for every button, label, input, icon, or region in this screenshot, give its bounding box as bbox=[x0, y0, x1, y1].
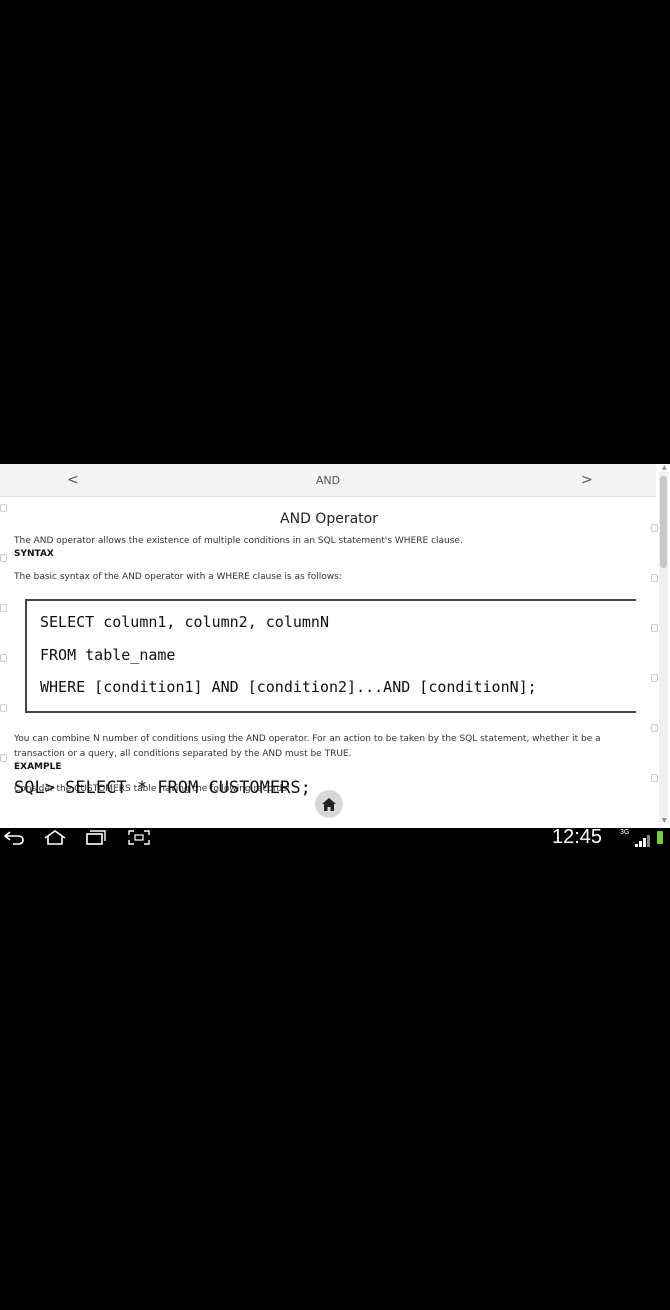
edge-marker-icon bbox=[651, 624, 658, 632]
edge-marker-icon bbox=[651, 774, 658, 782]
syntax-text: The basic syntax of the AND operator wit… bbox=[14, 572, 342, 582]
network-type: 3G bbox=[620, 829, 630, 836]
page-title: AND Operator bbox=[280, 511, 378, 527]
top-nav-bar: < AND > bbox=[0, 464, 656, 497]
code-line: WHERE [condition1] AND [condition2]...AN… bbox=[40, 678, 537, 696]
edge-marker-icon bbox=[0, 554, 7, 562]
status-clock: 12:45 bbox=[552, 826, 603, 848]
scroll-down-icon[interactable]: ▼ bbox=[662, 817, 667, 824]
code-line: FROM table_name bbox=[40, 646, 176, 664]
code-line: SELECT column1, column2, columnN bbox=[40, 613, 329, 631]
edge-marker-icon bbox=[0, 704, 7, 712]
example-heading: EXAMPLE bbox=[14, 762, 62, 772]
scroll-up-icon[interactable]: ▲ bbox=[662, 464, 667, 471]
home-button[interactable] bbox=[315, 790, 343, 818]
example-code-peek: SQL> SELECT * FROM CUSTOMERS; bbox=[14, 778, 311, 798]
home-outline-icon[interactable] bbox=[44, 830, 66, 849]
edge-marker-icon bbox=[0, 654, 7, 662]
recent-apps-icon[interactable] bbox=[86, 830, 106, 849]
system-status-bar: 12:45 3G bbox=[0, 826, 670, 849]
page-nav-title: AND bbox=[315, 474, 341, 487]
edge-marker-icon bbox=[0, 754, 7, 762]
edge-marker-icon bbox=[0, 604, 7, 612]
back-icon[interactable] bbox=[3, 830, 24, 849]
next-page-button[interactable]: > bbox=[581, 472, 593, 488]
edge-marker-icon bbox=[651, 524, 658, 532]
battery-icon bbox=[657, 831, 663, 844]
edge-marker-icon bbox=[651, 674, 658, 682]
signal-icon bbox=[635, 832, 653, 851]
screenshot-icon[interactable] bbox=[128, 830, 150, 849]
edge-marker-icon bbox=[651, 574, 658, 582]
browser-screen: < AND > AND Operator The AND operator al… bbox=[0, 464, 670, 828]
combine-text: You can combine N number of conditions u… bbox=[14, 734, 601, 744]
syntax-code-block: SELECT column1, column2, columnN FROM ta… bbox=[25, 599, 636, 713]
scrollbar-thumb[interactable] bbox=[660, 476, 667, 568]
intro-text: The AND operator allows the existence of… bbox=[14, 536, 463, 546]
edge-marker-icon bbox=[0, 504, 7, 512]
combine-text-cont: transaction or a query, all conditions s… bbox=[14, 749, 352, 759]
home-icon bbox=[322, 797, 336, 811]
edge-marker-icon bbox=[651, 724, 658, 732]
syntax-heading: SYNTAX bbox=[14, 549, 54, 559]
